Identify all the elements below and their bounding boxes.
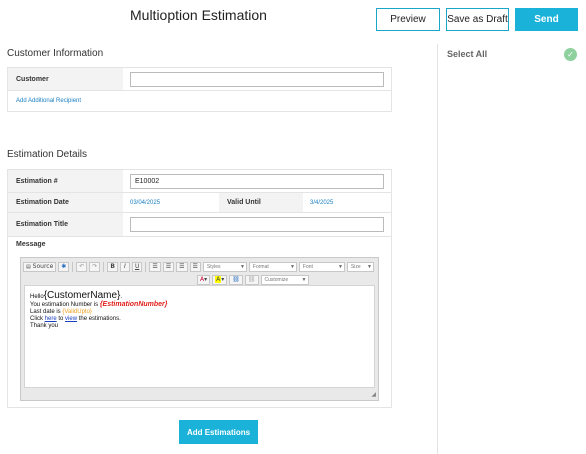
- chevron-down-icon: ▼: [289, 263, 295, 270]
- send-button[interactable]: Send: [515, 8, 578, 31]
- editor-toolbar-row-1: ▤ Source ✱ ↶ ↷ B I U ☰ ☰ ☰ ☰ Styles ▼ For…: [21, 260, 374, 273]
- estimation-number-field[interactable]: E10002: [130, 173, 384, 189]
- estimation-section-title: Estimation Details: [7, 149, 88, 160]
- customer-label: Customer: [8, 68, 123, 90]
- add-recipient-link[interactable]: Add Additional Recipient: [16, 98, 81, 104]
- align-center-button[interactable]: ☰: [162, 261, 175, 272]
- unlink-button[interactable]: ⛓: [244, 274, 259, 285]
- resize-handle-icon[interactable]: ◢: [371, 391, 376, 398]
- rich-text-editor: ▤ Source ✱ ↶ ↷ B I U ☰ ☰ ☰ ☰ Styles ▼ For…: [20, 257, 379, 401]
- format-select[interactable]: Format ▼: [248, 261, 297, 272]
- background-color-button[interactable]: A ▾: [212, 274, 228, 285]
- editor-line-4: Click here to view the estimations.: [30, 316, 121, 322]
- link-icon: ⛓: [232, 276, 240, 283]
- estimation-date-value[interactable]: 03/04/2025: [130, 200, 160, 206]
- redo-button[interactable]: ↷: [89, 261, 101, 272]
- link-button[interactable]: ⛓: [229, 274, 243, 285]
- valid-until-value[interactable]: 3/4/2025: [310, 200, 333, 206]
- editor-line-5: Thank you: [30, 323, 59, 329]
- editor-line-1: Hello{CustomerName}.: [30, 290, 123, 301]
- chevron-down-icon: ▼: [366, 263, 372, 270]
- undo-button[interactable]: ↶: [76, 261, 88, 272]
- italic-button[interactable]: I: [119, 261, 130, 272]
- customer-section-title: Customer Information: [7, 48, 104, 59]
- message-label: Message: [16, 241, 46, 248]
- bold-button[interactable]: B: [107, 261, 118, 272]
- align-right-button[interactable]: ☰: [176, 261, 188, 272]
- valid-until-label: Valid Until: [219, 193, 303, 212]
- page-title: Multioption Estimation: [130, 7, 267, 23]
- align-center-icon: ☰: [165, 263, 172, 270]
- editor-content[interactable]: Hello{CustomerName}. You estimation Numb…: [24, 285, 375, 388]
- text-color-icon: A: [200, 276, 205, 283]
- align-justify-button[interactable]: ☰: [189, 261, 201, 272]
- source-button[interactable]: ▤ Source: [23, 261, 57, 272]
- undo-icon: ↶: [79, 263, 85, 270]
- estimation-number-label: Estimation #: [8, 170, 123, 192]
- preview-button[interactable]: Preview: [376, 8, 440, 31]
- align-left-button[interactable]: ☰: [149, 261, 161, 272]
- align-right-icon: ☰: [179, 263, 185, 270]
- text-color-button[interactable]: A ▾: [197, 274, 211, 285]
- editor-line-2: You estimation Number is {EstimationNumb…: [30, 301, 168, 308]
- redo-icon: ↷: [92, 263, 98, 270]
- check-circle-icon[interactable]: ✓: [564, 48, 577, 61]
- chevron-down-icon: ▼: [337, 263, 343, 270]
- customer-form: Customer Add Additional Recipient: [7, 67, 392, 112]
- unlink-icon: ⛓: [247, 276, 256, 283]
- background-color-icon: A: [215, 276, 222, 283]
- add-estimations-button[interactable]: Add Estimations: [179, 420, 258, 444]
- here-link[interactable]: here: [45, 316, 57, 322]
- align-left-icon: ☰: [152, 263, 158, 270]
- size-select[interactable]: Size ▼: [346, 261, 374, 272]
- templates-button[interactable]: ✱: [58, 261, 70, 272]
- gear-icon: ✱: [61, 263, 67, 270]
- font-select[interactable]: Font ▼: [298, 261, 345, 272]
- align-justify-icon: ☰: [192, 263, 198, 270]
- save-draft-button[interactable]: Save as Draft: [446, 8, 509, 31]
- styles-select[interactable]: Styles ▼: [202, 261, 247, 272]
- sidebar-divider: [437, 44, 438, 454]
- select-all-label[interactable]: Select All: [447, 49, 487, 59]
- source-icon: ▤: [26, 263, 31, 270]
- estimation-date-label: Estimation Date: [8, 193, 123, 212]
- customer-field[interactable]: [130, 71, 384, 87]
- estimation-title-field[interactable]: [130, 217, 384, 232]
- customize-select[interactable]: Customize ▼: [260, 274, 309, 285]
- estimation-title-label: Estimation Title: [8, 213, 123, 236]
- underline-button[interactable]: U: [131, 261, 143, 272]
- chevron-down-icon: ▼: [239, 263, 245, 270]
- view-link[interactable]: view: [65, 316, 77, 322]
- editor-line-3: Last date is {ValidUpto}: [30, 309, 92, 315]
- chevron-down-icon: ▼: [301, 276, 307, 283]
